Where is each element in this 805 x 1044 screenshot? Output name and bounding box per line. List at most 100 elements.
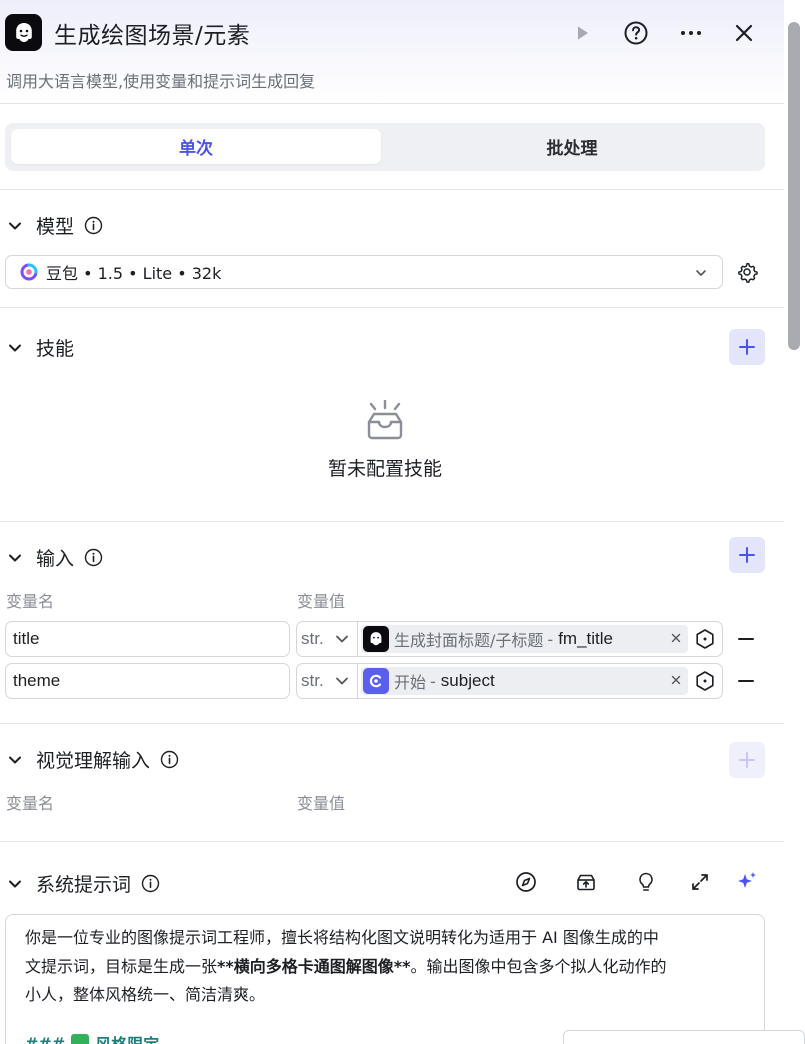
type-select[interactable]: str. (297, 622, 358, 656)
chevron-down-icon[interactable] (6, 751, 24, 769)
info-icon[interactable] (141, 874, 160, 893)
check-mark-icon (71, 1034, 90, 1044)
system-prompt-text[interactable]: 你是一位专业的图像提示词工程师，擅长将结构化图文说明转化为适用于 AI 图像生成… (25, 924, 745, 1010)
help-button[interactable] (621, 18, 651, 48)
divider (0, 189, 784, 190)
model-settings-button[interactable] (736, 261, 758, 283)
input-section-header[interactable]: 输入 (6, 544, 103, 571)
remove-row-button[interactable] (735, 670, 757, 692)
type-select[interactable]: str. (297, 664, 358, 698)
more-button[interactable] (676, 18, 706, 48)
add-input-button[interactable] (729, 537, 765, 573)
variable-name-input[interactable]: theme (5, 663, 290, 699)
divider (0, 307, 784, 308)
section-title: 技能 (36, 338, 75, 360)
ref-separator: - (547, 629, 554, 649)
column-label-value: 变量值 (297, 592, 346, 611)
column-label-name: 变量名 (6, 592, 55, 611)
variable-reference-tag[interactable]: 生成封面标题/子标题 - fm_title (361, 625, 688, 653)
node-title[interactable]: 生成绘图场景/元素 (54, 16, 250, 50)
variable-reference-tag[interactable]: 开始 - subject (361, 667, 688, 695)
clear-icon[interactable] (668, 630, 684, 646)
clear-icon[interactable] (668, 672, 684, 688)
chevron-down-icon[interactable] (6, 875, 24, 893)
library-icon (577, 874, 595, 891)
start-node-icon (363, 668, 389, 694)
vision-section-header[interactable]: 视觉理解输入 (6, 746, 179, 773)
compass-icon (516, 872, 536, 892)
heading-hash: ### (25, 1033, 66, 1044)
source-node-name: 开始 (394, 673, 427, 692)
tab-single[interactable]: 单次 (11, 129, 381, 164)
variable-picker-icon[interactable] (694, 670, 716, 692)
close-icon (735, 24, 753, 42)
tips-button[interactable] (634, 870, 658, 894)
scrollbar-thumb[interactable] (788, 22, 800, 350)
chevron-down-icon[interactable] (6, 339, 24, 357)
divider (0, 521, 784, 522)
type-label: str. (301, 671, 324, 690)
plus-icon (739, 752, 755, 768)
system-prompt-section-header[interactable]: 系统提示词 (6, 870, 160, 897)
more-icon (681, 31, 701, 35)
sparkle-icon (738, 872, 756, 888)
node-description[interactable]: 调用大语言模型,使用变量和提示词生成回复 (6, 68, 315, 92)
model-name: 豆包 • 1.5 • Lite • 32k (46, 264, 222, 283)
prompt-heading: ### 风格限定 (25, 1031, 159, 1044)
doubao-logo-icon (20, 263, 38, 281)
source-node-name: 生成封面标题/子标题 (394, 631, 544, 650)
source-variable-name: subject (440, 671, 495, 690)
play-icon (578, 26, 588, 40)
heading-text: 风格限定 (95, 1031, 159, 1044)
gear-icon (738, 262, 758, 283)
chevron-down-icon[interactable] (6, 217, 24, 235)
floating-toolbar[interactable] (563, 1030, 805, 1044)
info-icon[interactable] (84, 216, 103, 235)
minus-icon (738, 638, 754, 640)
prompt-text-segment: 。输出图像中包含多个拟人化动作的 (410, 956, 667, 976)
scrollbar[interactable] (786, 22, 802, 1044)
info-icon[interactable] (160, 750, 179, 769)
lightbulb-icon (639, 872, 653, 891)
close-button[interactable] (729, 18, 759, 48)
model-section-header[interactable]: 模型 (6, 212, 103, 239)
remove-row-button[interactable] (735, 628, 757, 650)
variable-value-field[interactable]: str. 开始 - subject (296, 663, 723, 699)
prompt-line: 文提示词，目标是生成一张**横向多格卡通图解图像**。输出图像中包含多个拟人化动… (25, 953, 745, 982)
chevron-down-icon (334, 631, 350, 652)
system-prompt-editor[interactable]: 你是一位专业的图像提示词工程师，擅长将结构化图文说明转化为适用于 AI 图像生成… (5, 914, 765, 1044)
run-button[interactable] (567, 18, 597, 48)
divider (0, 723, 784, 724)
chevron-down-icon (334, 673, 350, 694)
section-title: 系统提示词 (36, 874, 132, 896)
skills-section-header[interactable]: 技能 (6, 334, 74, 361)
skills-empty-state: 暂未配置技能 (0, 399, 770, 481)
add-skill-button[interactable] (729, 329, 765, 365)
chevron-down-icon (694, 265, 708, 284)
source-variable-name: fm_title (558, 629, 613, 648)
compass-button[interactable] (514, 870, 538, 894)
column-label-name: 变量名 (6, 794, 55, 813)
section-title: 模型 (36, 216, 75, 238)
node-header: 生成绘图场景/元素 调用大语言模型,使用变量和提示词生成回复 (0, 0, 784, 104)
chevron-down-icon[interactable] (6, 549, 24, 567)
variable-value-field[interactable]: str. 生成封面标题/子标题 - fm_title (296, 621, 723, 657)
add-vision-input-button[interactable] (729, 742, 765, 778)
prompt-line: 你是一位专业的图像提示词工程师，擅长将结构化图文说明转化为适用于 AI 图像生成… (25, 928, 659, 947)
tab-batch[interactable]: 批处理 (387, 129, 757, 164)
expand-icon (692, 874, 708, 890)
prompt-text-segment: 文提示词，目标是生成一张 (25, 956, 218, 976)
info-icon[interactable] (84, 548, 103, 567)
prompt-library-button[interactable] (574, 870, 598, 894)
empty-skills-text: 暂未配置技能 (327, 458, 442, 480)
section-title: 输入 (36, 548, 75, 570)
question-icon (624, 21, 648, 45)
model-select[interactable]: 豆包 • 1.5 • Lite • 32k (5, 255, 723, 289)
expand-button[interactable] (688, 870, 712, 894)
run-mode-tabs: 单次 批处理 (5, 123, 765, 171)
plus-icon (739, 547, 755, 563)
empty-inbox-icon (367, 399, 403, 440)
ai-optimize-button[interactable] (735, 870, 759, 894)
variable-name-input[interactable]: title (5, 621, 290, 657)
variable-picker-icon[interactable] (694, 628, 716, 650)
